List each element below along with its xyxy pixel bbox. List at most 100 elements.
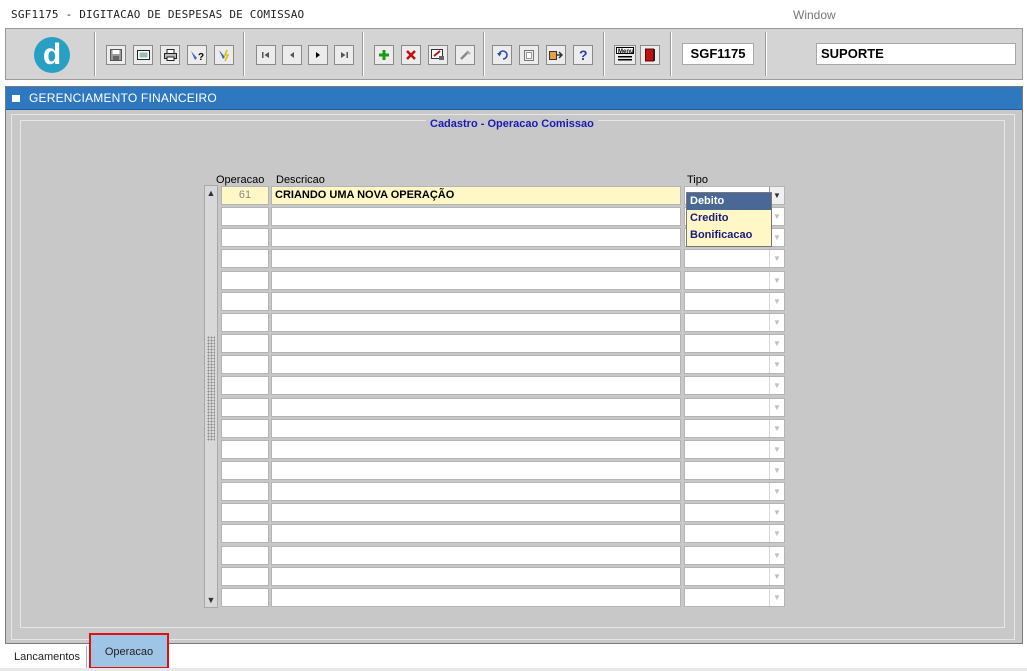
descricao-cell[interactable]: [271, 249, 681, 268]
descricao-cell[interactable]: [271, 292, 681, 311]
descricao-cell[interactable]: [271, 228, 681, 247]
first-record-icon[interactable]: [256, 45, 276, 65]
tipo-option[interactable]: Debito: [687, 193, 771, 210]
scroll-up-icon[interactable]: ▲: [206, 188, 216, 198]
operacao-cell[interactable]: [221, 419, 269, 438]
chevron-down-icon[interactable]: ▼: [769, 356, 784, 373]
help-query-icon[interactable]: ?: [187, 45, 207, 65]
tipo-select[interactable]: ▼: [684, 588, 785, 607]
descricao-cell[interactable]: [271, 313, 681, 332]
chevron-down-icon[interactable]: ▼: [769, 335, 784, 352]
tipo-select[interactable]: ▼: [684, 440, 785, 459]
scroll-down-icon[interactable]: ▼: [206, 595, 216, 605]
chevron-down-icon[interactable]: ▼: [769, 568, 784, 585]
descricao-cell[interactable]: [271, 334, 681, 353]
chevron-down-icon[interactable]: ▼: [769, 504, 784, 521]
tab-lancamentos[interactable]: Lancamentos: [8, 646, 87, 668]
copy-icon[interactable]: [519, 45, 539, 65]
window-menu[interactable]: Window: [793, 8, 836, 22]
tipo-select[interactable]: ▼: [684, 271, 785, 290]
operacao-cell[interactable]: [221, 249, 269, 268]
last-record-icon[interactable]: [334, 45, 354, 65]
print-icon[interactable]: [160, 45, 180, 65]
descricao-cell[interactable]: [271, 503, 681, 522]
chevron-down-icon[interactable]: ▼: [769, 525, 784, 542]
tipo-select[interactable]: ▼: [684, 313, 785, 332]
chevron-down-icon[interactable]: ▼: [769, 293, 784, 310]
next-record-icon[interactable]: [308, 45, 328, 65]
tipo-select[interactable]: ▼: [684, 461, 785, 480]
chevron-down-icon[interactable]: ▼: [769, 547, 784, 564]
descricao-cell[interactable]: [271, 398, 681, 417]
descricao-cell[interactable]: [271, 461, 681, 480]
scrollbar-thumb[interactable]: [207, 336, 215, 441]
tipo-select[interactable]: ▼: [684, 334, 785, 353]
tipo-select[interactable]: ▼: [684, 567, 785, 586]
operacao-cell[interactable]: [221, 228, 269, 247]
tipo-select[interactable]: ▼: [684, 524, 785, 543]
chevron-down-icon[interactable]: ▼: [769, 420, 784, 437]
operacao-cell[interactable]: [221, 588, 269, 607]
chevron-down-icon[interactable]: ▼: [769, 314, 784, 331]
descricao-cell[interactable]: [271, 271, 681, 290]
chevron-down-icon[interactable]: ▼: [769, 483, 784, 500]
descricao-cell[interactable]: [271, 524, 681, 543]
descricao-cell[interactable]: [271, 376, 681, 395]
operacao-cell[interactable]: [221, 398, 269, 417]
operacao-cell[interactable]: [221, 546, 269, 565]
operacao-cell[interactable]: [221, 355, 269, 374]
tipo-dropdown-list[interactable]: Debito Credito Bonificacao: [686, 192, 772, 247]
menu-icon[interactable]: Menu: [614, 45, 636, 65]
execute-query-icon[interactable]: [214, 45, 234, 65]
edit-record-icon[interactable]: [428, 45, 448, 65]
tipo-select[interactable]: ▼: [684, 419, 785, 438]
descricao-cell[interactable]: [271, 207, 681, 226]
descricao-cell[interactable]: [271, 588, 681, 607]
run-icon[interactable]: [546, 45, 566, 65]
descricao-cell[interactable]: [271, 419, 681, 438]
undo-icon[interactable]: [492, 45, 512, 65]
tipo-select[interactable]: ▼: [684, 503, 785, 522]
chevron-down-icon[interactable]: ▼: [769, 377, 784, 394]
chevron-down-icon[interactable]: ▼: [769, 462, 784, 479]
tipo-select[interactable]: ▼: [684, 292, 785, 311]
insert-record-icon[interactable]: [374, 45, 394, 65]
operacao-cell[interactable]: [221, 271, 269, 290]
chevron-down-icon[interactable]: ▼: [769, 441, 784, 458]
operacao-cell[interactable]: [221, 461, 269, 480]
previous-record-icon[interactable]: [282, 45, 302, 65]
tipo-select[interactable]: ▼: [684, 398, 785, 417]
operacao-cell[interactable]: [221, 376, 269, 395]
chevron-down-icon[interactable]: ▼: [769, 272, 784, 289]
operacao-cell[interactable]: [221, 207, 269, 226]
tipo-select[interactable]: ▼: [684, 482, 785, 501]
help-icon[interactable]: ?: [573, 45, 593, 65]
tipo-select[interactable]: ▼: [684, 546, 785, 565]
exit-icon[interactable]: [640, 45, 660, 65]
tipo-select[interactable]: ▼: [684, 376, 785, 395]
chevron-down-icon[interactable]: ▼: [769, 399, 784, 416]
tipo-select[interactable]: ▼: [684, 249, 785, 268]
operacao-cell[interactable]: [221, 313, 269, 332]
operacao-cell[interactable]: [221, 567, 269, 586]
chevron-down-icon[interactable]: ▼: [769, 250, 784, 267]
operacao-cell[interactable]: [221, 524, 269, 543]
tipo-option[interactable]: Credito: [687, 210, 771, 227]
descricao-cell[interactable]: [271, 482, 681, 501]
descricao-cell[interactable]: CRIANDO UMA NOVA OPERAÇÃO: [271, 186, 681, 205]
descricao-cell[interactable]: [271, 355, 681, 374]
descricao-cell[interactable]: [271, 440, 681, 459]
chevron-down-icon[interactable]: ▼: [769, 589, 784, 606]
operacao-cell[interactable]: [221, 334, 269, 353]
tipo-option[interactable]: Bonificacao: [687, 227, 771, 244]
clear-record-icon[interactable]: [455, 45, 475, 65]
operacao-cell[interactable]: [221, 503, 269, 522]
operacao-cell[interactable]: [221, 292, 269, 311]
operacao-cell[interactable]: 61: [221, 186, 269, 205]
print-preview-icon[interactable]: [133, 45, 153, 65]
descricao-cell[interactable]: [271, 546, 681, 565]
grid-scrollbar[interactable]: ▲ ▼: [204, 185, 218, 608]
tab-operacao[interactable]: Operacao: [89, 633, 169, 669]
operacao-cell[interactable]: [221, 482, 269, 501]
tipo-select[interactable]: ▼: [684, 355, 785, 374]
